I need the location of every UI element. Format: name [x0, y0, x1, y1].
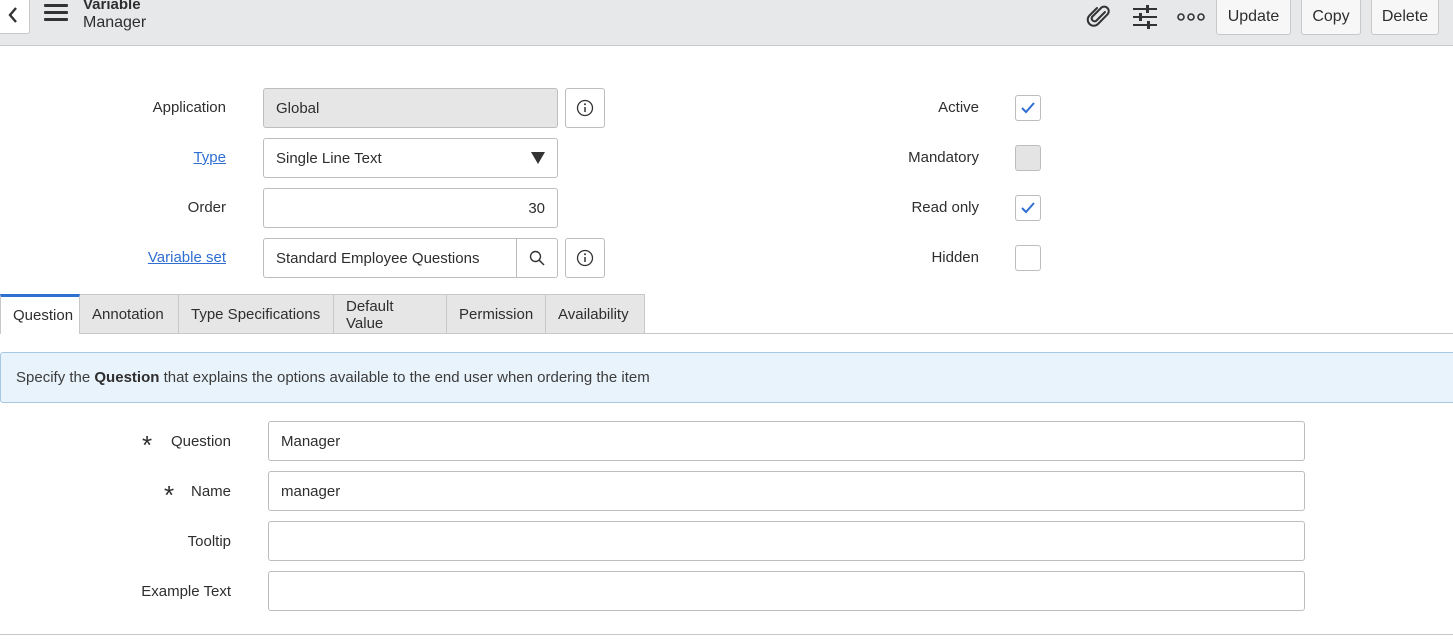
- mandatory-label: Mandatory: [908, 149, 979, 166]
- checkmark-icon: [1021, 202, 1035, 214]
- application-label: Application: [152, 99, 226, 116]
- required-icon: *: [164, 480, 175, 510]
- back-icon: [8, 7, 17, 23]
- back-button[interactable]: [0, 0, 30, 34]
- tab-availability[interactable]: Availability: [546, 294, 645, 334]
- example-text-label: Example Text: [141, 583, 231, 600]
- order-label: Order: [187, 199, 226, 216]
- variable-set-value: Standard Employee Questions: [276, 249, 480, 267]
- delete-button[interactable]: Delete: [1371, 0, 1439, 35]
- type-label-link[interactable]: Type: [100, 149, 226, 166]
- application-field: Global: [263, 88, 558, 128]
- tab-type-specifications[interactable]: Type Specifications: [179, 294, 334, 334]
- form-header: Variable Manager Update Copy Delete: [0, 0, 1453, 46]
- example-text-input[interactable]: [268, 571, 1305, 611]
- record-name: Manager: [83, 14, 147, 31]
- info-icon: [576, 99, 594, 117]
- tab-default-value[interactable]: Default Value: [334, 294, 447, 334]
- variable-set-label-link[interactable]: Variable set: [100, 249, 226, 266]
- copy-button[interactable]: Copy: [1301, 0, 1361, 35]
- variable-set-field[interactable]: Standard Employee Questions: [263, 238, 558, 278]
- type-select[interactable]: Single Line Text: [263, 138, 558, 178]
- tooltip-label: Tooltip: [187, 533, 231, 550]
- paperclip-icon[interactable]: [1084, 3, 1114, 31]
- hidden-checkbox[interactable]: [1015, 245, 1041, 271]
- read-only-label: Read only: [911, 199, 979, 216]
- info-icon: [576, 249, 594, 267]
- tab-question[interactable]: Question: [0, 294, 80, 334]
- tooltip-input[interactable]: [268, 521, 1305, 561]
- variable-set-info-button[interactable]: [565, 238, 605, 278]
- read-only-checkbox[interactable]: [1015, 195, 1041, 221]
- type-select-value: Single Line Text: [276, 149, 382, 167]
- active-label: Active: [938, 99, 979, 116]
- menu-icon[interactable]: [44, 4, 68, 24]
- settings-sliders-icon[interactable]: [1130, 3, 1160, 31]
- section-tabs: Question Annotation Type Specifications …: [0, 294, 645, 334]
- search-icon[interactable]: [517, 239, 557, 277]
- order-input[interactable]: 30: [263, 188, 558, 228]
- tab-annotation[interactable]: Annotation: [80, 294, 179, 334]
- more-icon[interactable]: [1176, 3, 1206, 31]
- question-info-message: Specify the Question that explains the o…: [0, 352, 1453, 403]
- record-type: Variable: [83, 0, 141, 13]
- required-icon: *: [142, 430, 153, 460]
- chevron-down-icon: [531, 152, 545, 164]
- name-label: Name: [190, 483, 231, 500]
- question-input[interactable]: Manager: [268, 421, 1305, 461]
- update-button[interactable]: Update: [1216, 0, 1291, 35]
- question-label: Question: [170, 433, 231, 450]
- active-checkbox[interactable]: [1015, 95, 1041, 121]
- hidden-label: Hidden: [931, 249, 979, 266]
- name-input[interactable]: manager: [268, 471, 1305, 511]
- mandatory-checkbox[interactable]: [1015, 145, 1041, 171]
- checkmark-icon: [1021, 102, 1035, 114]
- application-info-button[interactable]: [565, 88, 605, 128]
- tab-permission[interactable]: Permission: [447, 294, 546, 334]
